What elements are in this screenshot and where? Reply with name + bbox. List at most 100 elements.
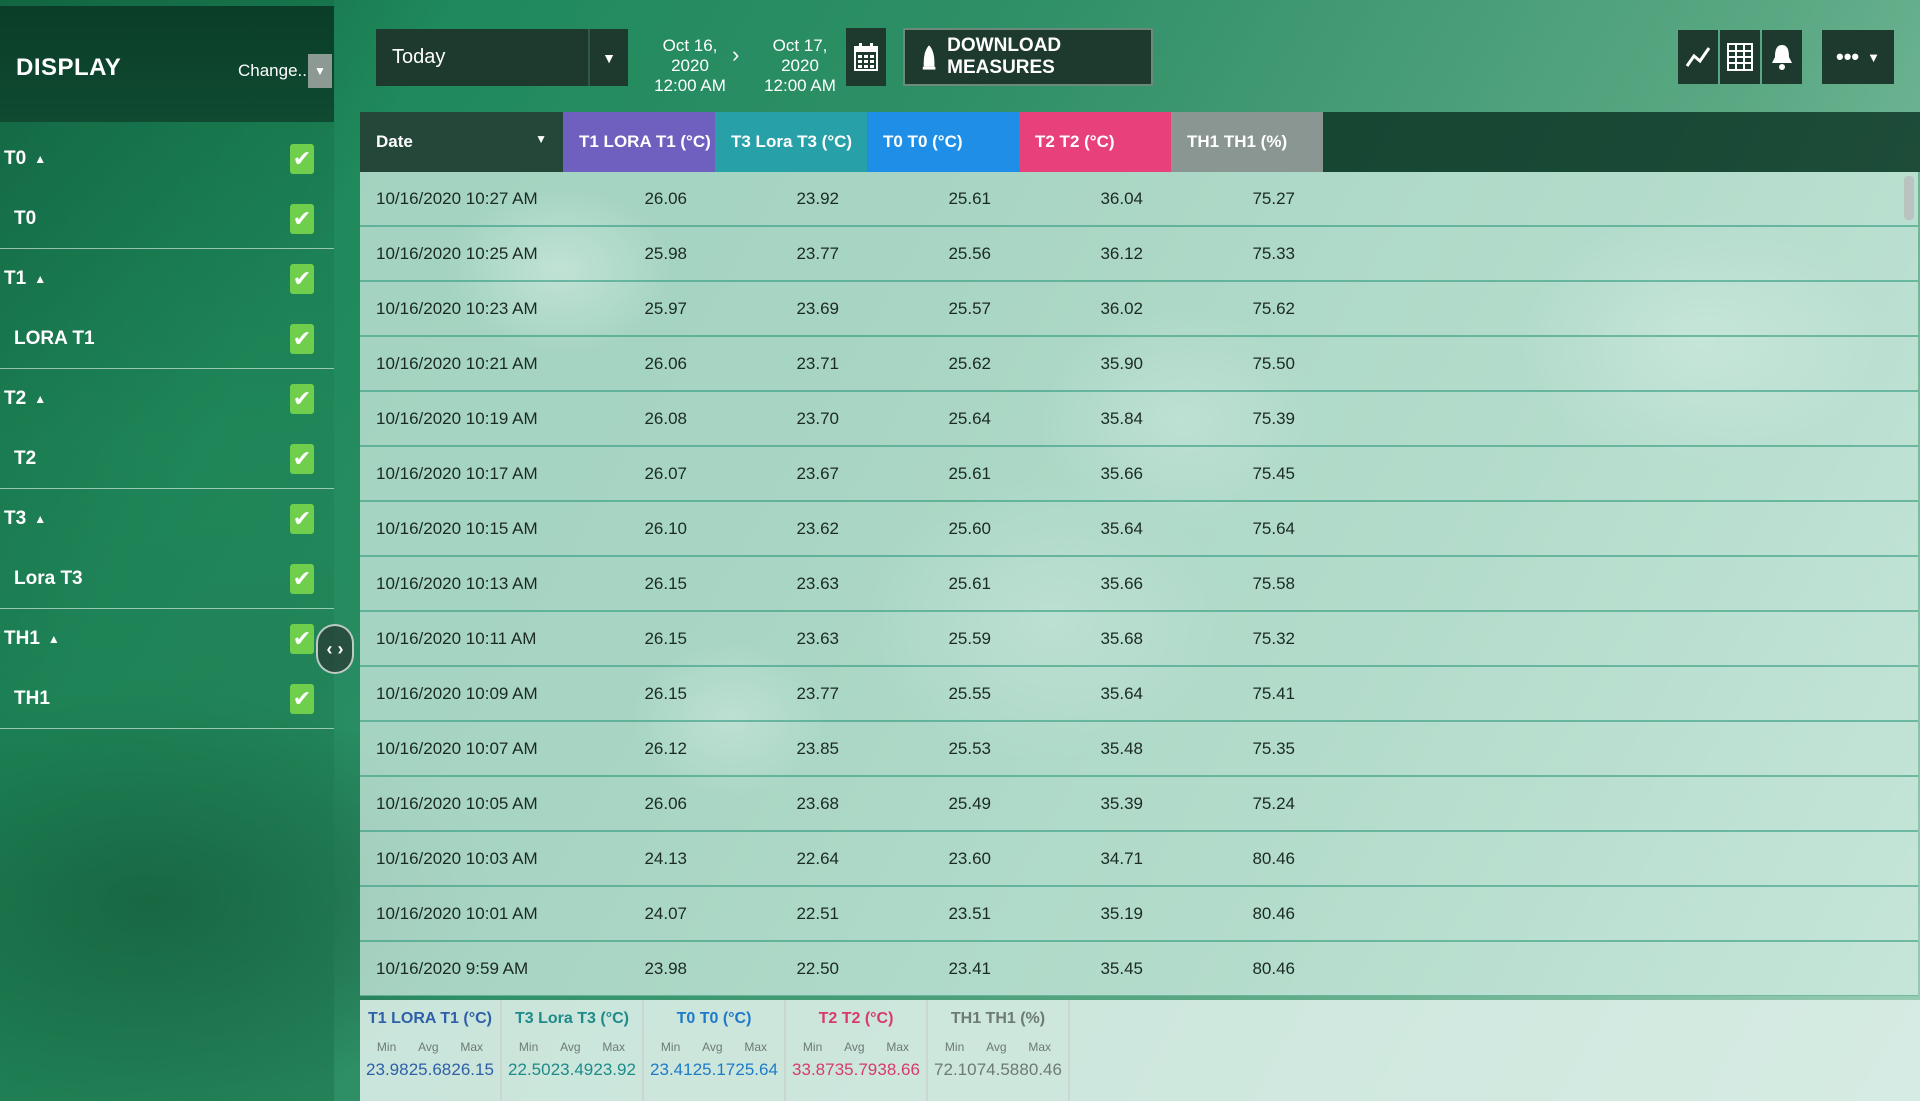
table-cell-value: 75.39	[1252, 408, 1295, 428]
sort-down-icon[interactable]: ▼	[535, 132, 547, 146]
period-select[interactable]: Today ▼	[376, 29, 628, 86]
more-icon: •••	[1836, 44, 1860, 69]
change-display-select[interactable]: Change... ▼	[238, 54, 332, 88]
sensor-group-label: T2	[4, 388, 27, 409]
column-header-th1[interactable]: TH1 TH1 (%)	[1171, 112, 1323, 172]
table-cell-value: 23.98	[644, 958, 687, 978]
table-cell-date: 10/16/2020 9:59 AM	[376, 958, 529, 978]
date-to[interactable]: Oct 17, 2020 12:00 AM	[754, 36, 846, 96]
sensor-item-0[interactable]: T0 ✔	[0, 189, 334, 249]
sensor-item-4[interactable]: TH1 ✔	[0, 669, 334, 729]
table-row[interactable]: 10/16/2020 10:07 AM 26.12 23.85 25.53 35.48 7…	[360, 722, 1918, 777]
measures-table: Date ▼ T1 LORA T1 (°C) T3 Lora T3 (°C) T…	[360, 112, 1920, 996]
table-cell-value: 75.35	[1252, 738, 1295, 758]
table-row[interactable]: 10/16/2020 9:59 AM 23.98 22.50 23.41 35.45 80…	[360, 942, 1918, 996]
checkbox-icon[interactable]: ✔	[290, 264, 314, 294]
table-cell-value: 25.64	[948, 408, 991, 428]
line-chart-icon	[1685, 47, 1711, 67]
sensor-group-label: T3	[4, 508, 27, 529]
table-cell-date: 10/16/2020 10:15 AM	[376, 518, 538, 538]
chevron-down-icon[interactable]: ▼	[308, 54, 332, 88]
column-header-t0[interactable]: T0 T0 (°C)	[867, 112, 1019, 172]
table-cell-value: 35.64	[1100, 518, 1143, 538]
download-measures-button[interactable]: DOWNLOAD MEASURES	[903, 28, 1153, 86]
sensor-item-2[interactable]: T2 ✔	[0, 429, 334, 489]
table-row[interactable]: 10/16/2020 10:11 AM 26.15 23.63 25.59 35.68 7…	[360, 612, 1918, 667]
table-cell-value: 23.62	[796, 518, 839, 538]
table-row[interactable]: 10/16/2020 10:25 AM 25.98 23.77 25.56 36.12 7…	[360, 227, 1918, 282]
column-header-t2[interactable]: T2 T2 (°C)	[1019, 112, 1171, 172]
sensor-group-1[interactable]: T1 ▲ ✔	[0, 249, 334, 309]
sensor-group-0[interactable]: T0 ▲ ✔	[0, 129, 334, 189]
summary-min: 72.10	[934, 1060, 977, 1079]
checkbox-icon[interactable]: ✔	[290, 144, 314, 174]
table-cell-value: 25.98	[644, 243, 687, 263]
table-view-button[interactable]	[1720, 30, 1760, 84]
table-row[interactable]: 10/16/2020 10:01 AM 24.07 22.51 23.51 35.19 8…	[360, 887, 1918, 942]
table-row[interactable]: 10/16/2020 10:23 AM 25.97 23.69 25.57 36.02 7…	[360, 282, 1918, 337]
column-header-date[interactable]: Date ▼	[360, 112, 563, 172]
table-header: Date ▼ T1 LORA T1 (°C) T3 Lora T3 (°C) T…	[360, 112, 1920, 172]
chevron-down-icon[interactable]: ▼	[588, 29, 628, 86]
column-header-t3[interactable]: T3 Lora T3 (°C)	[715, 112, 867, 172]
table-row[interactable]: 10/16/2020 10:05 AM 26.06 23.68 25.49 35.39 7…	[360, 777, 1918, 832]
sensor-group-3[interactable]: T3 ▲ ✔	[0, 489, 334, 549]
date-to-time: 12:00 AM	[764, 76, 836, 95]
column-header-t1[interactable]: T1 LORA T1 (°C)	[563, 112, 715, 172]
table-cell-value: 35.45	[1100, 958, 1143, 978]
collapse-panel-icon[interactable]: ‹ ›	[316, 624, 354, 674]
more-options-button[interactable]: ••• ▼	[1822, 30, 1894, 84]
table-cell-value: 36.12	[1100, 243, 1143, 263]
summary-max: 80.46	[1019, 1060, 1062, 1079]
checkbox-icon[interactable]: ✔	[290, 504, 314, 534]
table-cell-value: 75.33	[1252, 243, 1295, 263]
table-cell-value: 22.64	[796, 848, 839, 868]
sensor-item-3[interactable]: Lora T3 ✔	[0, 549, 334, 609]
table-cell-value: 35.19	[1100, 903, 1143, 923]
sensor-item-1[interactable]: LORA T1 ✔	[0, 309, 334, 369]
checkbox-icon[interactable]: ✔	[290, 204, 314, 234]
checkbox-icon[interactable]: ✔	[290, 684, 314, 714]
table-row[interactable]: 10/16/2020 10:09 AM 26.15 23.77 25.55 35.64 7…	[360, 667, 1918, 722]
calendar-button[interactable]	[846, 28, 886, 86]
summary-title: T3 Lora T3 (°C)	[515, 1010, 629, 1027]
sensor-group-2[interactable]: T2 ▲ ✔	[0, 369, 334, 429]
table-cell-value: 35.84	[1100, 408, 1143, 428]
chevron-down-icon: ▼	[1867, 49, 1880, 65]
collapse-up-icon[interactable]: ▲	[48, 632, 60, 646]
table-row[interactable]: 10/16/2020 10:21 AM 26.06 23.71 25.62 35.90 7…	[360, 337, 1918, 392]
table-row[interactable]: 10/16/2020 10:15 AM 26.10 23.62 25.60 35.64 7…	[360, 502, 1918, 557]
alerts-button[interactable]	[1762, 30, 1802, 84]
checkbox-icon[interactable]: ✔	[290, 564, 314, 594]
table-scrollbar[interactable]	[1904, 176, 1914, 220]
summary-max: 38.66	[877, 1060, 920, 1079]
date-from[interactable]: Oct 16, 2020 12:00 AM	[644, 36, 736, 96]
collapse-up-icon[interactable]: ▲	[34, 392, 46, 406]
chart-view-button[interactable]	[1678, 30, 1718, 84]
sensor-group-4[interactable]: TH1 ▲ ✔	[0, 609, 334, 669]
summary-label-max: Max	[744, 1040, 768, 1054]
collapse-up-icon[interactable]: ▲	[34, 512, 46, 526]
download-icon	[922, 45, 936, 70]
table-row[interactable]: 10/16/2020 10:27 AM 26.06 23.92 25.61 36.04 7…	[360, 172, 1918, 227]
collapse-up-icon[interactable]: ▲	[34, 272, 46, 286]
date-from-time: 12:00 AM	[654, 76, 726, 95]
checkbox-icon[interactable]: ✔	[290, 324, 314, 354]
table-cell-value: 75.32	[1252, 628, 1295, 648]
table-cell-value: 24.13	[644, 848, 687, 868]
summary-labels: Min Avg Max	[502, 1040, 642, 1054]
summary-max: 25.64	[735, 1060, 778, 1079]
table-body[interactable]: 10/16/2020 10:27 AM 26.06 23.92 25.61 36.04 7…	[360, 172, 1918, 996]
table-row[interactable]: 10/16/2020 10:03 AM 24.13 22.64 23.60 34.71 8…	[360, 832, 1918, 887]
display-title: DISPLAY	[16, 54, 122, 81]
checkbox-icon[interactable]: ✔	[290, 624, 314, 654]
display-panel: DISPLAY Change... ▼ T0 ▲ ✔ T0 ✔ T1 ▲ ✔ LORA T1 ✔ T…	[0, 0, 334, 1101]
table-row[interactable]: 10/16/2020 10:13 AM 26.15 23.63 25.61 35.66 7…	[360, 557, 1918, 612]
checkbox-icon[interactable]: ✔	[290, 444, 314, 474]
collapse-up-icon[interactable]: ▲	[34, 152, 46, 166]
table-cell-date: 10/16/2020 10:17 AM	[376, 463, 538, 483]
table-row[interactable]: 10/16/2020 10:19 AM 26.08 23.70 25.64 35.84 7…	[360, 392, 1918, 447]
checkbox-icon[interactable]: ✔	[290, 384, 314, 414]
table-cell-value: 75.27	[1252, 188, 1295, 208]
table-row[interactable]: 10/16/2020 10:17 AM 26.07 23.67 25.61 35.66 7…	[360, 447, 1918, 502]
